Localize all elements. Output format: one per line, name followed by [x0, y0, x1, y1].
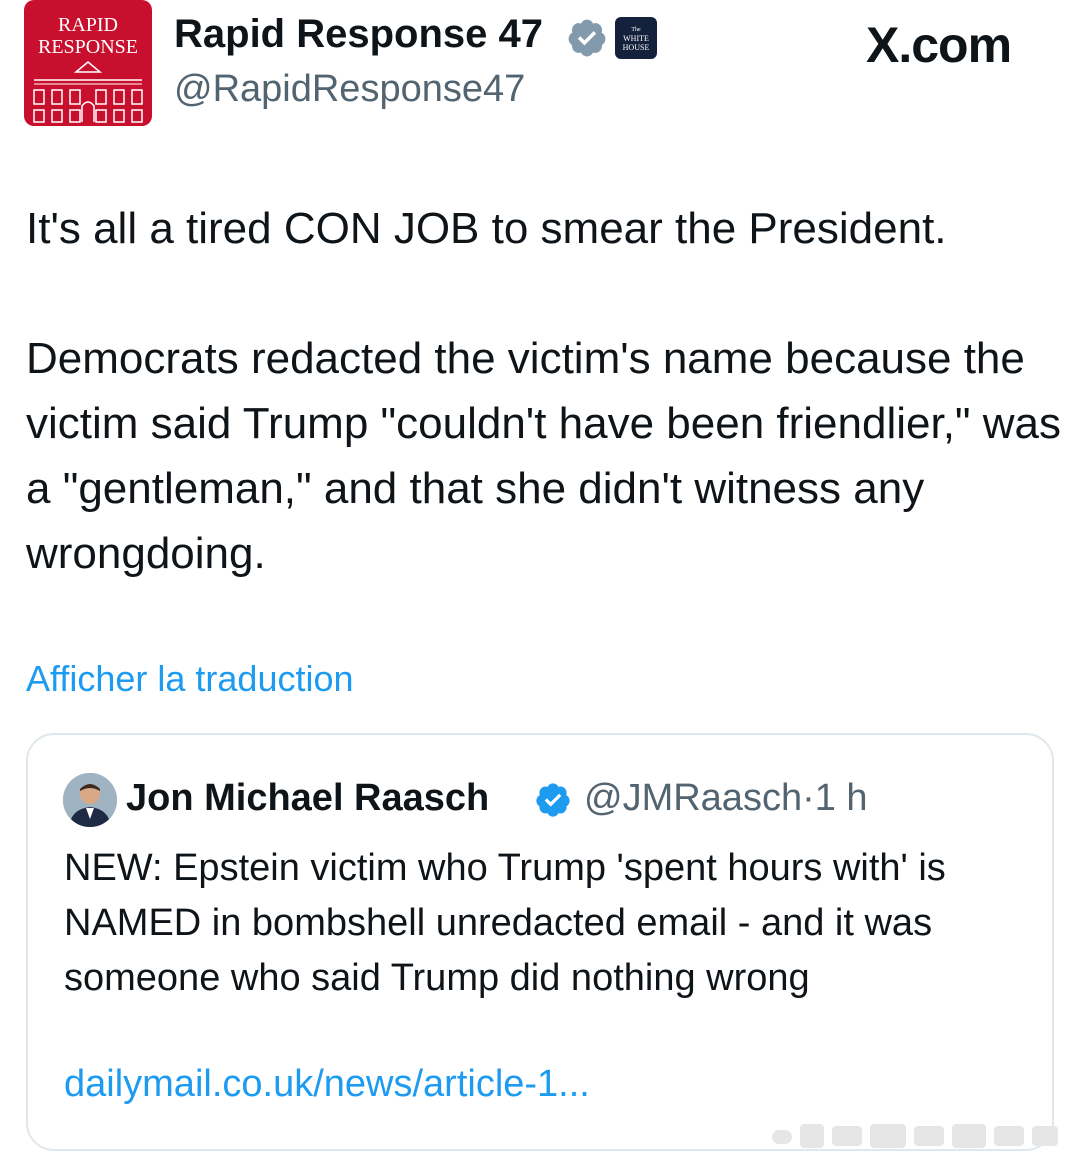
watermark-icon	[772, 1124, 1058, 1148]
quoted-author-name[interactable]: Jon Michael Raasch	[126, 777, 489, 820]
account-handle[interactable]: @RapidResponse47	[174, 68, 525, 111]
avatar-logo-text: RAPID RESPONSE	[24, 14, 152, 58]
quoted-tweet-time[interactable]: 1 h	[815, 777, 868, 819]
tweet-text: It's all a tired CON JOB to smear the Pr…	[26, 204, 1062, 578]
person-avatar-icon	[63, 773, 117, 827]
white-house-illustration-icon	[33, 61, 143, 123]
affiliate-badge-line2: WHITE	[623, 34, 649, 43]
gray-verified-icon	[568, 19, 606, 57]
blue-verified-icon	[536, 783, 570, 817]
affiliate-badge-line1: The	[631, 27, 641, 33]
avatar-logo-line2: RESPONSE	[37, 36, 139, 58]
quoted-tweet-link[interactable]: dailymail.co.uk/news/article-1...	[64, 1063, 590, 1106]
white-house-affiliate-badge[interactable]: The WHITE HOUSE	[615, 17, 657, 59]
affiliate-badge-line3: HOUSE	[622, 43, 650, 52]
quoted-tweet-text: NEW: Epstein victim who Trump 'spent hou…	[64, 847, 946, 999]
account-avatar[interactable]: RAPID RESPONSE	[24, 0, 152, 126]
quoted-author-avatar[interactable]	[63, 773, 117, 827]
site-label: X.com	[866, 17, 1012, 73]
quoted-tweet-card[interactable]: Jon Michael Raasch @JMRaasch·1 h NEW: Ep…	[26, 733, 1054, 1151]
avatar-logo-line1: RAPID	[57, 14, 118, 36]
meta-separator: ·	[802, 777, 815, 819]
account-display-name[interactable]: Rapid Response 47	[174, 12, 543, 57]
translate-link[interactable]: Afficher la traduction	[26, 658, 354, 700]
quoted-author-handle[interactable]: @JMRaasch	[584, 777, 802, 819]
quoted-author-meta: @JMRaasch·1 h	[584, 777, 868, 820]
